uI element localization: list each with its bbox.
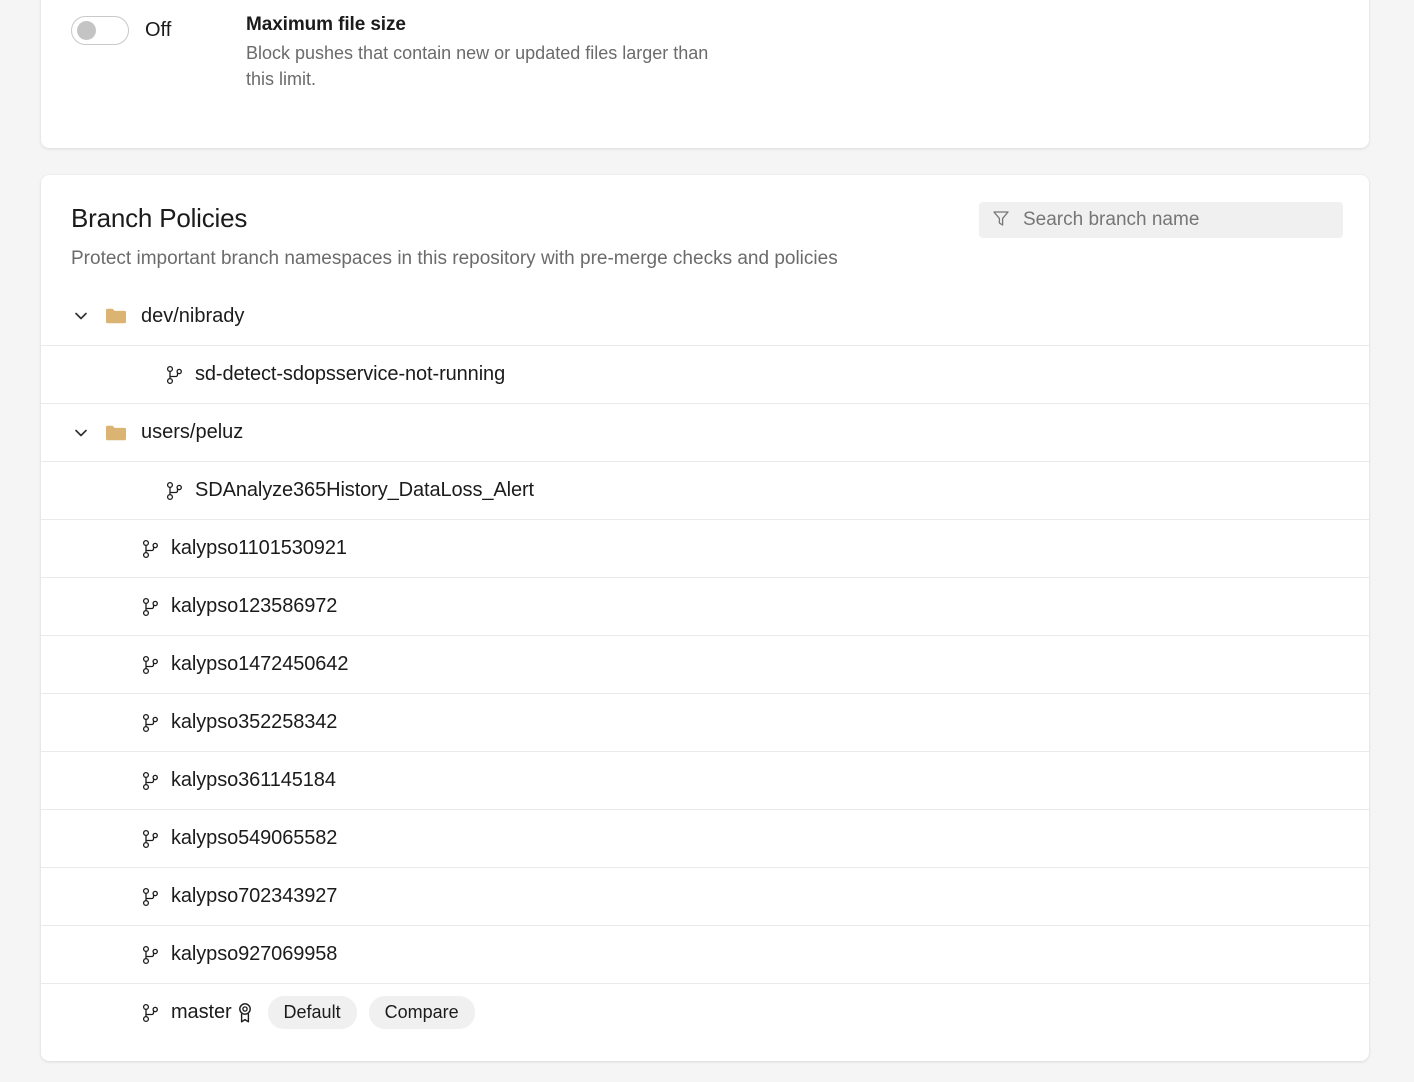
branch-row[interactable]: kalypso549065582 — [41, 809, 1369, 867]
max-file-size-text: Maximum file size Block pushes that cont… — [246, 14, 726, 92]
git-branch-icon — [141, 829, 161, 849]
branch-policies-row-label: sd-detect-sdopsservice-not-running — [195, 363, 505, 386]
branch-row[interactable]: kalypso1472450642 — [41, 635, 1369, 693]
branch-policies-row-label: dev/nibrady — [141, 305, 244, 328]
git-branch-icon — [141, 655, 161, 675]
git-branch-icon — [141, 1003, 161, 1023]
branch-policies-row-label: SDAnalyze365History_DataLoss_Alert — [195, 479, 534, 502]
branch-policies-header: Branch Policies Protect important branch… — [41, 175, 1369, 287]
search-branch-field[interactable] — [979, 202, 1343, 238]
git-branch-icon — [141, 597, 161, 617]
branch-row[interactable]: kalypso702343927 — [41, 867, 1369, 925]
branch-folder-row[interactable]: users/peluz — [41, 403, 1369, 461]
branch-row[interactable]: SDAnalyze365History_DataLoss_Alert — [41, 461, 1369, 519]
git-branch-icon — [165, 481, 185, 501]
git-branch-icon — [141, 713, 161, 733]
branch-row[interactable]: kalypso123586972 — [41, 577, 1369, 635]
max-file-size-toggle-group: Off — [71, 14, 246, 45]
branch-policies-subtitle: Protect important branch namespaces in t… — [71, 248, 1339, 270]
branch-row[interactable]: kalypso361145184 — [41, 751, 1369, 809]
max-file-size-card: Off Maximum file size Block pushes that … — [41, 0, 1369, 148]
max-file-size-toggle[interactable] — [71, 16, 129, 45]
search-input[interactable] — [1023, 209, 1331, 231]
branch-policies-row-label: kalypso702343927 — [171, 885, 337, 908]
branch-policies-row-label: kalypso1101530921 — [171, 537, 347, 560]
branch-policies-row-label: kalypso123586972 — [171, 595, 337, 618]
chip-compare[interactable]: Compare — [369, 996, 475, 1029]
branch-row[interactable]: kalypso352258342 — [41, 693, 1369, 751]
git-branch-icon — [141, 887, 161, 907]
medal-icon — [236, 1002, 254, 1024]
chip-default[interactable]: Default — [268, 996, 357, 1029]
branch-row[interactable]: master Default Compare — [41, 983, 1369, 1041]
git-branch-icon — [141, 539, 161, 559]
folder-icon — [105, 424, 129, 442]
branch-policies-row-label: kalypso361145184 — [171, 769, 336, 792]
max-file-size-setting-row: Off Maximum file size Block pushes that … — [41, 0, 1369, 106]
branch-policies-row-label: kalypso1472450642 — [171, 653, 348, 676]
branch-row[interactable]: kalypso1101530921 — [41, 519, 1369, 577]
branch-policies-row-label: kalypso549065582 — [171, 827, 337, 850]
git-branch-icon — [165, 365, 185, 385]
branch-row-chips: Default Compare — [268, 996, 487, 1029]
git-branch-icon — [141, 771, 161, 791]
chevron-down-icon[interactable] — [71, 423, 93, 443]
branch-policies-list: dev/nibrady sd-detect-sdopsservice-not-ru… — [41, 287, 1369, 1041]
toggle-state-label: Off — [145, 19, 171, 42]
setting-title: Maximum file size — [246, 14, 726, 36]
branch-folder-row[interactable]: dev/nibrady — [41, 287, 1369, 345]
branch-row[interactable]: kalypso927069958 — [41, 925, 1369, 983]
branch-policies-card: Branch Policies Protect important branch… — [41, 175, 1369, 1061]
branch-policies-row-label: kalypso927069958 — [171, 943, 337, 966]
folder-icon — [105, 307, 129, 325]
toggle-knob — [77, 21, 96, 40]
branch-row[interactable]: sd-detect-sdopsservice-not-running — [41, 345, 1369, 403]
branch-policies-row-label: kalypso352258342 — [171, 711, 337, 734]
git-branch-icon — [141, 945, 161, 965]
settings-page: Off Maximum file size Block pushes that … — [0, 0, 1414, 1082]
setting-description: Block pushes that contain new or updated… — [246, 41, 726, 92]
branch-policies-row-label: master — [171, 1001, 232, 1024]
chevron-down-icon[interactable] — [71, 306, 93, 326]
branch-policies-row-label: users/peluz — [141, 421, 243, 444]
filter-funnel-icon — [991, 208, 1011, 233]
